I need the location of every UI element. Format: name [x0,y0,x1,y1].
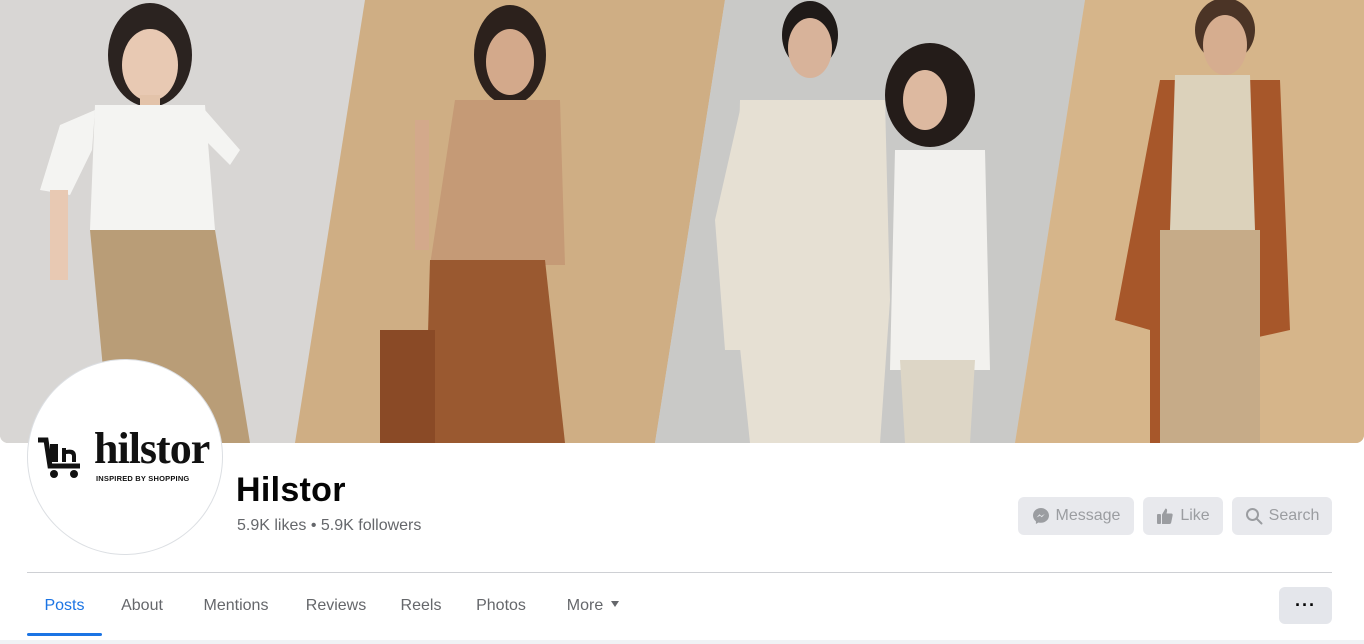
followers-count[interactable]: 5.9K followers [321,517,422,534]
search-button-label: Search [1268,507,1320,524]
tab-reviews[interactable]: Reviews [293,586,379,626]
shopping-cart-logo-icon [38,437,80,478]
stats-separator: • [310,517,317,534]
more-options-button[interactable]: ··· [1279,587,1332,624]
bottom-separator [0,640,1364,644]
page-stats: 5.9K likes • 5.9K followers [237,516,421,536]
search-button[interactable]: Search [1232,497,1332,535]
cover-photo[interactable] [0,0,1364,443]
brand-logo: hilstor INSPIRED BY SHOPPING [34,426,216,490]
tab-mentions[interactable]: Mentions [189,586,283,626]
messenger-icon [1032,508,1049,524]
logo-wordmark: hilstor [94,424,210,473]
tab-more[interactable]: More [553,586,633,626]
thumbs-up-icon [1157,508,1173,524]
tab-posts-label: Posts [44,597,85,614]
tab-mentions-label: Mentions [203,597,269,614]
profile-picture[interactable]: hilstor INSPIRED BY SHOPPING [34,366,216,548]
message-button-label: Message [1055,507,1121,524]
chevron-down-icon [611,600,620,607]
active-tab-indicator [27,633,102,636]
header-divider [27,572,1332,573]
message-button[interactable]: Message [1018,497,1134,535]
tab-photos[interactable]: Photos [462,586,540,626]
likes-count[interactable]: 5.9K likes [237,517,306,534]
tab-posts[interactable]: Posts [27,586,102,626]
tab-reels-label: Reels [400,597,442,614]
tab-reels[interactable]: Reels [390,586,452,626]
logo-tagline: INSPIRED BY SHOPPING [96,474,190,483]
search-icon [1245,508,1263,525]
page-title[interactable]: Hilstor [236,470,346,510]
like-button[interactable]: Like [1143,497,1223,535]
tab-about-label: About [121,597,163,614]
cover-photo-image [0,0,1364,443]
tab-more-label: More [566,597,604,614]
tab-photos-label: Photos [476,597,526,614]
tab-reviews-label: Reviews [305,597,367,614]
tab-about[interactable]: About [103,586,181,626]
like-button-label: Like [1180,507,1210,524]
